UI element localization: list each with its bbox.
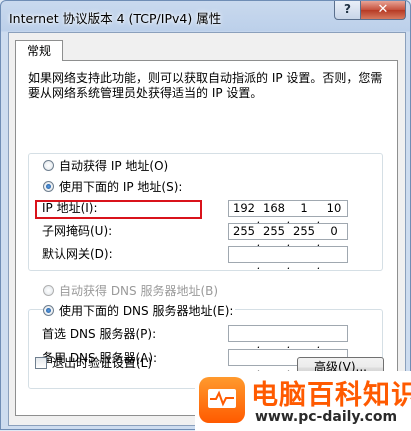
title-bar: Internet 协议版本 4 (TCP/IPv4) 属性 ? ✕ (1, 1, 410, 33)
manual-dns-label: 使用下面的 DNS 服务器地址(E): (59, 304, 234, 318)
octet: 168 (263, 201, 285, 215)
preferred-dns-label: 首选 DNS 服务器(P): (42, 327, 157, 341)
dialog-window: Internet 协议版本 4 (TCP/IPv4) 属性 ? ✕ 常规 如果网… (0, 0, 411, 431)
octet: 10 (326, 201, 342, 215)
manual-ip-label: 使用下面的 IP 地址(S): (59, 180, 183, 194)
gateway-input[interactable] (228, 246, 348, 273)
watermark-url: www.pc-daily.com (255, 409, 398, 425)
auto-dns-label: 自动获得 DNS 服务器地址(B) (59, 284, 219, 298)
auto-ip-label: 自动获得 IP 地址(O) (59, 159, 169, 173)
octet: 255 (263, 224, 285, 238)
gateway-row: 默认网关(D): (42, 245, 113, 263)
octet: 255 (233, 224, 255, 238)
radio-selected-icon (43, 305, 54, 316)
subnet-mask-label: 子网掩码(U): (42, 224, 113, 238)
description-text: 如果网络支持此功能，则可以获取自动指派的 IP 设置。否则，您需要从网络系统管理… (28, 71, 383, 100)
manual-ip-radio[interactable]: 使用下面的 IP 地址(S): (43, 179, 182, 195)
help-button[interactable]: ? (334, 1, 361, 20)
auto-dns-radio[interactable]: 自动获得 DNS 服务器地址(B) (43, 283, 218, 299)
auto-ip-radio[interactable]: 自动获得 IP 地址(O) (43, 158, 168, 174)
validate-on-exit-checkbox[interactable]: 退出时验证设置(L) (35, 356, 152, 370)
preferred-dns-row: 首选 DNS 服务器(P): (42, 325, 156, 343)
window-title: Internet 协议版本 4 (TCP/IPv4) 属性 (9, 11, 222, 26)
watermark-title: 电脑百科知识 (251, 380, 411, 411)
radio-selected-icon (43, 181, 54, 192)
octet: 1 (300, 201, 308, 215)
radio-unselected-icon (43, 160, 54, 171)
validate-on-exit-label: 退出时验证设置(L) (52, 356, 153, 370)
ip-address-input[interactable]: 192 168 1 10 (228, 200, 348, 227)
gateway-label: 默认网关(D): (42, 247, 113, 261)
ip-address-row: IP 地址(I): (42, 199, 98, 217)
tab-general[interactable]: 常规 (15, 40, 63, 61)
octet: 255 (293, 224, 315, 238)
monitor-logo-icon (199, 377, 245, 423)
site-watermark: 电脑百科知识 www.pc-daily.com (195, 371, 411, 431)
close-button[interactable]: ✕ (360, 1, 406, 20)
octet: 0 (330, 224, 338, 238)
subnet-mask-row: 子网掩码(U): (42, 222, 112, 240)
preferred-dns-input[interactable] (228, 325, 348, 352)
manual-dns-radio[interactable]: 使用下面的 DNS 服务器地址(E): (43, 303, 236, 319)
radio-disabled-icon (43, 285, 54, 296)
octet: 192 (233, 201, 255, 215)
subnet-mask-input[interactable]: 255 255 255 0 (228, 223, 348, 250)
ip-address-label: IP 地址(I): (42, 201, 98, 215)
checkbox-unchecked-icon (35, 357, 47, 369)
